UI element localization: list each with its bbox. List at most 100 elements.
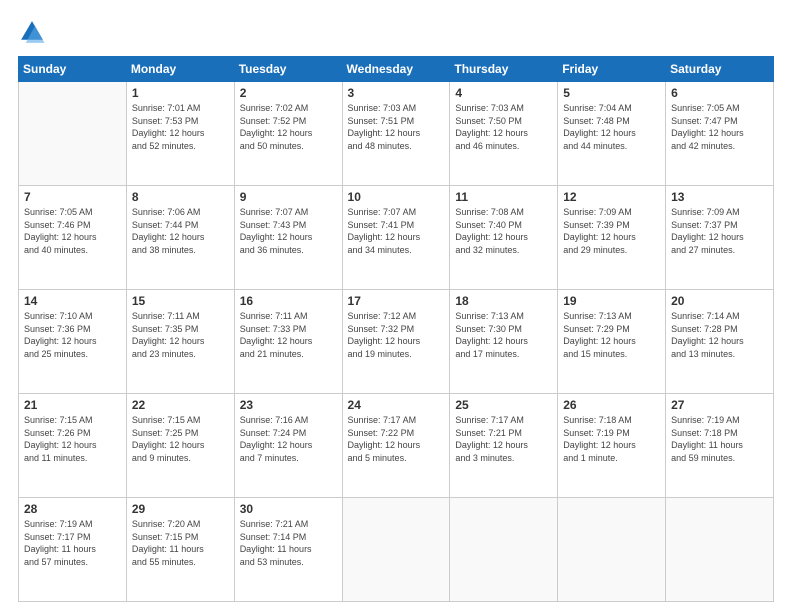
day-number: 3	[348, 86, 445, 100]
day-number: 23	[240, 398, 337, 412]
day-number: 29	[132, 502, 229, 516]
day-info: Sunrise: 7:07 AM Sunset: 7:43 PM Dayligh…	[240, 206, 337, 256]
day-cell: 4 Sunrise: 7:03 AM Sunset: 7:50 PM Daylig…	[450, 82, 558, 186]
day-info: Sunrise: 7:01 AM Sunset: 7:53 PM Dayligh…	[132, 102, 229, 152]
day-cell	[450, 498, 558, 602]
day-cell	[342, 498, 450, 602]
day-info: Sunrise: 7:18 AM Sunset: 7:19 PM Dayligh…	[563, 414, 660, 464]
day-cell: 23Sunrise: 7:16 AM Sunset: 7:24 PM Dayli…	[234, 394, 342, 498]
day-info: Sunrise: 7:15 AM Sunset: 7:25 PM Dayligh…	[132, 414, 229, 464]
day-info: Sunrise: 7:19 AM Sunset: 7:17 PM Dayligh…	[24, 518, 121, 568]
logo-icon	[18, 18, 46, 46]
day-cell: 30 Sunrise: 7:21 AM Sunset: 7:14 PM Dayli…	[234, 498, 342, 602]
day-info: Sunrise: 7:04 AM Sunset: 7:48 PM Dayligh…	[563, 102, 660, 152]
day-cell: 24 Sunrise: 7:17 AM Sunset: 7:22 PM Dayli…	[342, 394, 450, 498]
day-number: 2	[240, 86, 337, 100]
day-cell: 10 Sunrise: 7:07 AM Sunset: 7:41 PM Dayli…	[342, 186, 450, 290]
day-cell: 29 Sunrise: 7:20 AM Sunset: 7:15 PM Dayli…	[126, 498, 234, 602]
day-info: Sunrise: 7:02 AM Sunset: 7:52 PM Dayligh…	[240, 102, 337, 152]
day-number: 15	[132, 294, 229, 308]
day-cell: 14 Sunrise: 7:10 AM Sunset: 7:36 PM Dayli…	[19, 290, 127, 394]
weekday-header-thursday: Thursday	[450, 57, 558, 82]
weekday-header-monday: Monday	[126, 57, 234, 82]
day-info: Sunrise: 7:17 AM Sunset: 7:22 PM Dayligh…	[348, 414, 445, 464]
weekday-header-sunday: Sunday	[19, 57, 127, 82]
day-info: Sunrise: 7:11 AM Sunset: 7:35 PM Dayligh…	[132, 310, 229, 360]
header	[18, 18, 774, 46]
day-number: 17	[348, 294, 445, 308]
day-cell: 27 Sunrise: 7:19 AM Sunset: 7:18 PM Dayli…	[666, 394, 774, 498]
day-number: 28	[24, 502, 121, 516]
weekday-header-saturday: Saturday	[666, 57, 774, 82]
day-info: Sunrise: 7:15 AM Sunset: 7:26 PM Dayligh…	[24, 414, 121, 464]
day-number: 13	[671, 190, 768, 204]
day-cell: 6Sunrise: 7:05 AM Sunset: 7:47 PM Daylig…	[666, 82, 774, 186]
day-cell	[666, 498, 774, 602]
day-number: 30	[240, 502, 337, 516]
weekday-header-row: SundayMondayTuesdayWednesdayThursdayFrid…	[19, 57, 774, 82]
day-cell: 26 Sunrise: 7:18 AM Sunset: 7:19 PM Dayli…	[558, 394, 666, 498]
day-cell: 13 Sunrise: 7:09 AM Sunset: 7:37 PM Dayli…	[666, 186, 774, 290]
day-number: 24	[348, 398, 445, 412]
day-cell: 21 Sunrise: 7:15 AM Sunset: 7:26 PM Dayli…	[19, 394, 127, 498]
day-cell: 15 Sunrise: 7:11 AM Sunset: 7:35 PM Dayli…	[126, 290, 234, 394]
day-cell: 2 Sunrise: 7:02 AM Sunset: 7:52 PM Daylig…	[234, 82, 342, 186]
day-cell: 25Sunrise: 7:17 AM Sunset: 7:21 PM Dayli…	[450, 394, 558, 498]
day-cell	[558, 498, 666, 602]
day-number: 16	[240, 294, 337, 308]
day-number: 14	[24, 294, 121, 308]
day-info: Sunrise: 7:09 AM Sunset: 7:39 PM Dayligh…	[563, 206, 660, 256]
day-info: Sunrise: 7:14 AM Sunset: 7:28 PM Dayligh…	[671, 310, 768, 360]
day-info: Sunrise: 7:11 AM Sunset: 7:33 PM Dayligh…	[240, 310, 337, 360]
day-cell: 28 Sunrise: 7:19 AM Sunset: 7:17 PM Dayli…	[19, 498, 127, 602]
day-info: Sunrise: 7:10 AM Sunset: 7:36 PM Dayligh…	[24, 310, 121, 360]
day-number: 21	[24, 398, 121, 412]
day-info: Sunrise: 7:13 AM Sunset: 7:30 PM Dayligh…	[455, 310, 552, 360]
calendar-table: SundayMondayTuesdayWednesdayThursdayFrid…	[18, 56, 774, 602]
day-number: 4	[455, 86, 552, 100]
day-cell: 11Sunrise: 7:08 AM Sunset: 7:40 PM Dayli…	[450, 186, 558, 290]
day-number: 5	[563, 86, 660, 100]
day-number: 9	[240, 190, 337, 204]
day-number: 19	[563, 294, 660, 308]
day-info: Sunrise: 7:03 AM Sunset: 7:51 PM Dayligh…	[348, 102, 445, 152]
day-info: Sunrise: 7:09 AM Sunset: 7:37 PM Dayligh…	[671, 206, 768, 256]
day-cell: 20 Sunrise: 7:14 AM Sunset: 7:28 PM Dayli…	[666, 290, 774, 394]
day-info: Sunrise: 7:17 AM Sunset: 7:21 PM Dayligh…	[455, 414, 552, 464]
week-row-2: 7 Sunrise: 7:05 AM Sunset: 7:46 PM Daylig…	[19, 186, 774, 290]
day-number: 18	[455, 294, 552, 308]
day-info: Sunrise: 7:19 AM Sunset: 7:18 PM Dayligh…	[671, 414, 768, 464]
day-number: 27	[671, 398, 768, 412]
logo	[18, 18, 50, 46]
page: SundayMondayTuesdayWednesdayThursdayFrid…	[0, 0, 792, 612]
day-number: 10	[348, 190, 445, 204]
day-cell: 7 Sunrise: 7:05 AM Sunset: 7:46 PM Daylig…	[19, 186, 127, 290]
day-cell: 19 Sunrise: 7:13 AM Sunset: 7:29 PM Dayli…	[558, 290, 666, 394]
day-cell	[19, 82, 127, 186]
day-info: Sunrise: 7:13 AM Sunset: 7:29 PM Dayligh…	[563, 310, 660, 360]
day-info: Sunrise: 7:05 AM Sunset: 7:47 PM Dayligh…	[671, 102, 768, 152]
day-number: 20	[671, 294, 768, 308]
day-cell: 3 Sunrise: 7:03 AM Sunset: 7:51 PM Daylig…	[342, 82, 450, 186]
day-cell: 8Sunrise: 7:06 AM Sunset: 7:44 PM Daylig…	[126, 186, 234, 290]
day-info: Sunrise: 7:05 AM Sunset: 7:46 PM Dayligh…	[24, 206, 121, 256]
day-info: Sunrise: 7:21 AM Sunset: 7:14 PM Dayligh…	[240, 518, 337, 568]
day-number: 1	[132, 86, 229, 100]
day-info: Sunrise: 7:08 AM Sunset: 7:40 PM Dayligh…	[455, 206, 552, 256]
day-number: 7	[24, 190, 121, 204]
weekday-header-friday: Friday	[558, 57, 666, 82]
week-row-1: 1 Sunrise: 7:01 AM Sunset: 7:53 PM Daylig…	[19, 82, 774, 186]
day-info: Sunrise: 7:03 AM Sunset: 7:50 PM Dayligh…	[455, 102, 552, 152]
day-cell: 18 Sunrise: 7:13 AM Sunset: 7:30 PM Dayli…	[450, 290, 558, 394]
weekday-header-wednesday: Wednesday	[342, 57, 450, 82]
week-row-5: 28 Sunrise: 7:19 AM Sunset: 7:17 PM Dayli…	[19, 498, 774, 602]
day-number: 22	[132, 398, 229, 412]
day-cell: 9 Sunrise: 7:07 AM Sunset: 7:43 PM Daylig…	[234, 186, 342, 290]
weekday-header-tuesday: Tuesday	[234, 57, 342, 82]
day-number: 26	[563, 398, 660, 412]
day-info: Sunrise: 7:07 AM Sunset: 7:41 PM Dayligh…	[348, 206, 445, 256]
day-info: Sunrise: 7:20 AM Sunset: 7:15 PM Dayligh…	[132, 518, 229, 568]
day-cell: 12Sunrise: 7:09 AM Sunset: 7:39 PM Dayli…	[558, 186, 666, 290]
week-row-3: 14 Sunrise: 7:10 AM Sunset: 7:36 PM Dayli…	[19, 290, 774, 394]
day-info: Sunrise: 7:12 AM Sunset: 7:32 PM Dayligh…	[348, 310, 445, 360]
